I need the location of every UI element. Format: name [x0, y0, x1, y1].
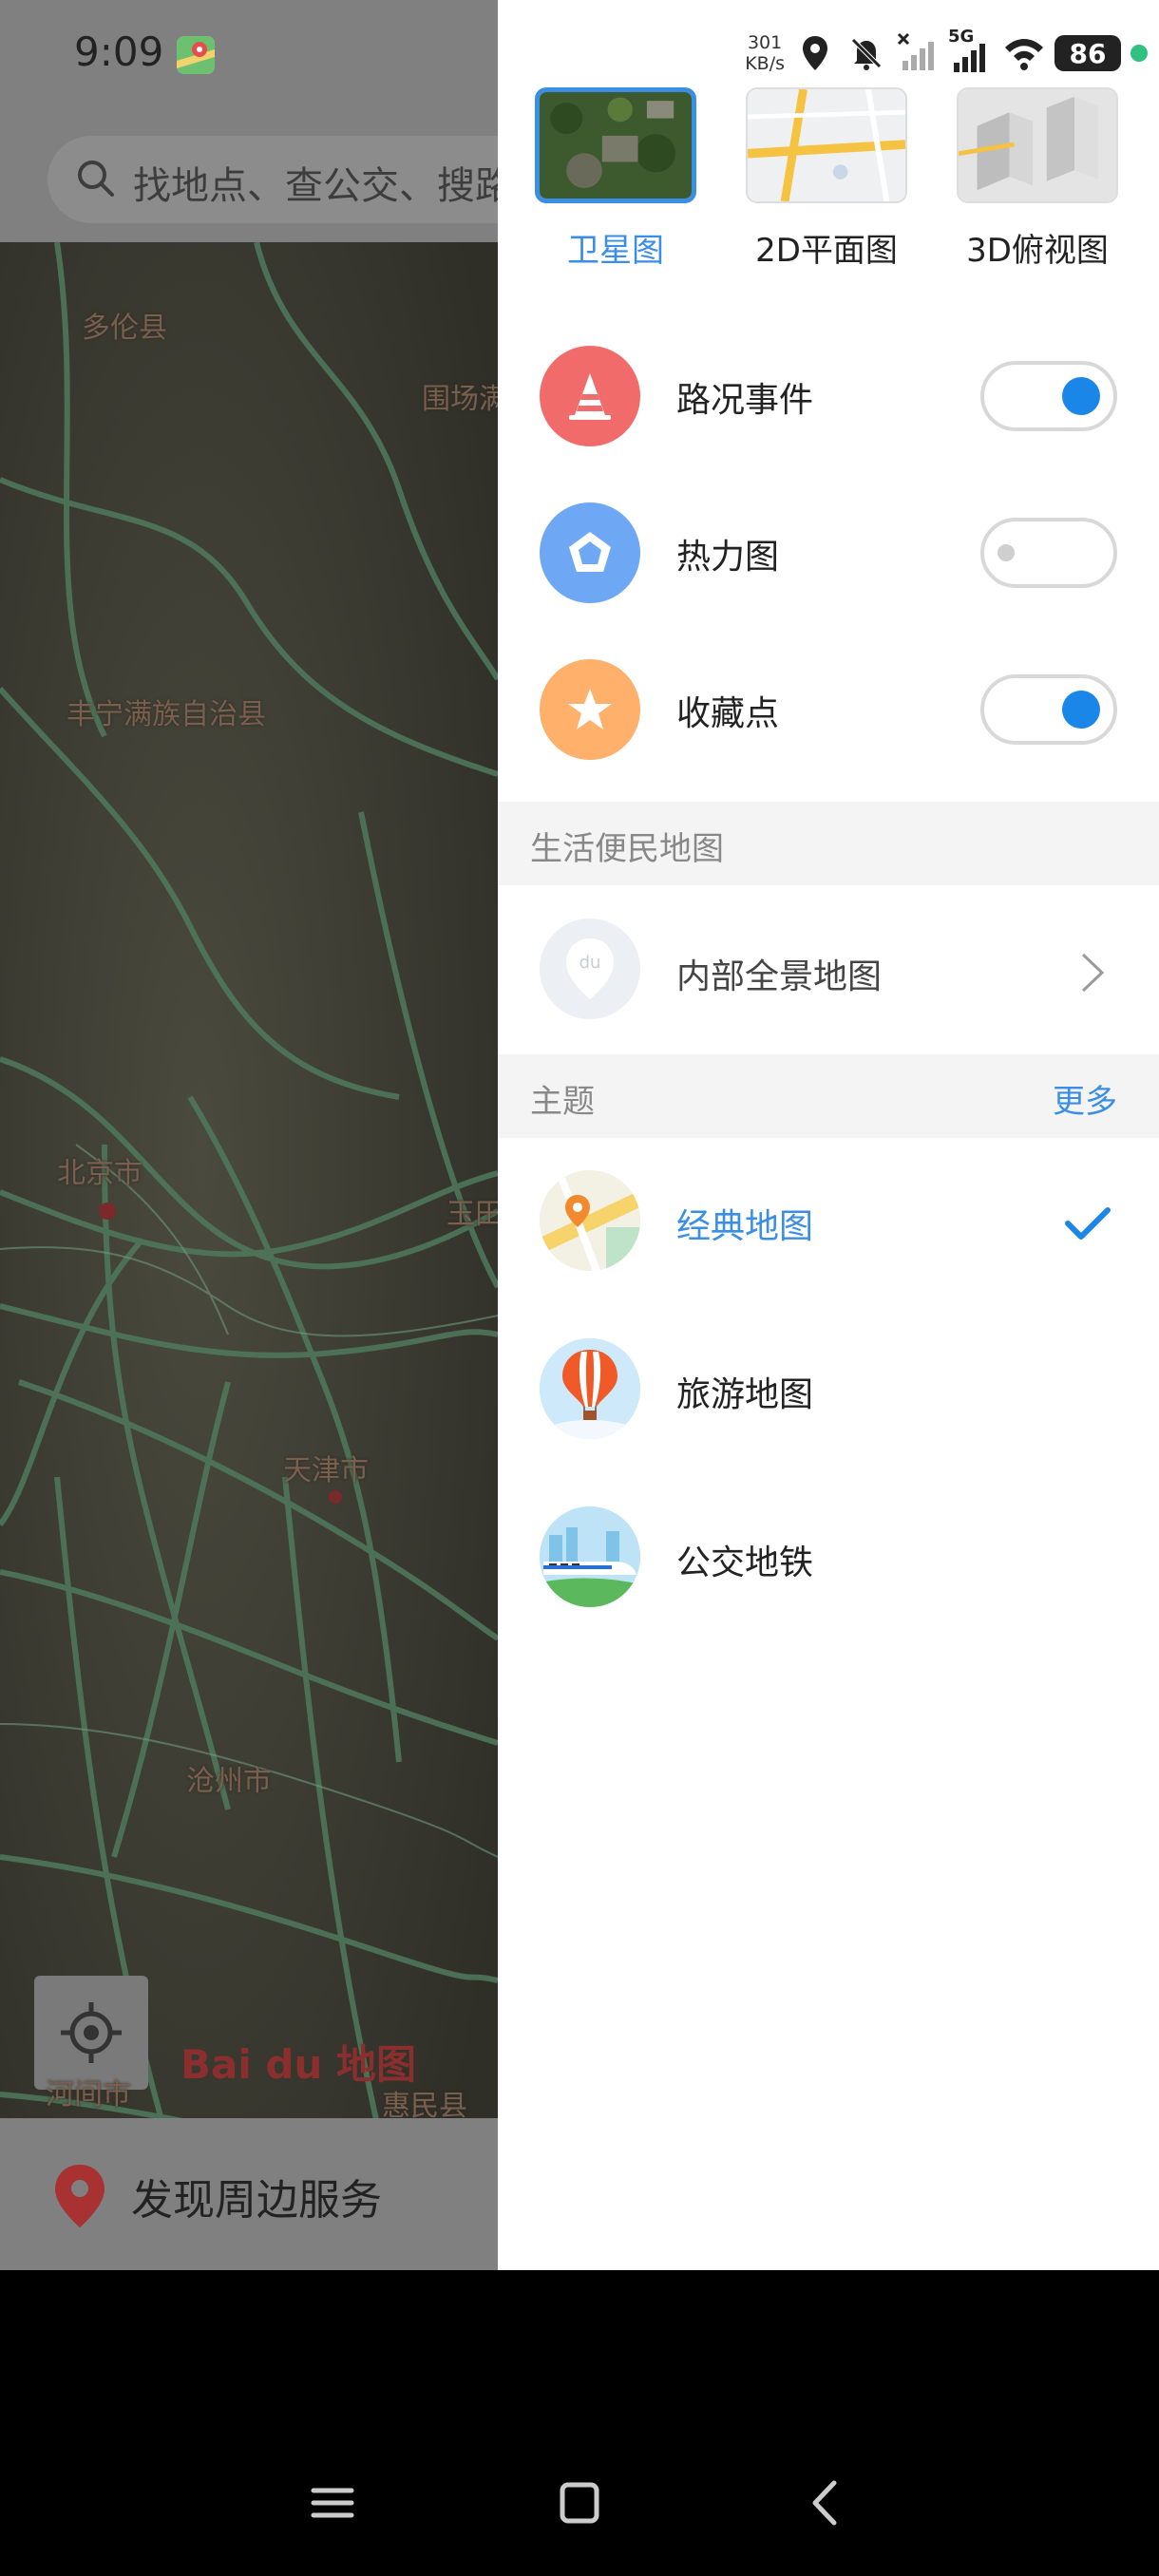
- wifi-icon: [1005, 39, 1043, 70]
- chevron-right-icon: [1081, 953, 1105, 993]
- map-label: 天津市: [283, 1454, 369, 1487]
- theme-item-travel[interactable]: 旅游地图: [498, 1314, 1159, 1466]
- more-themes-link[interactable]: 更多: [1053, 1075, 1117, 1122]
- favorites-toggle[interactable]: [980, 674, 1117, 745]
- theme-item-transit[interactable]: 公交地铁: [498, 1482, 1159, 1634]
- 2d-map-thumbnail: [746, 87, 907, 203]
- 3d-map-thumbnail: [957, 87, 1118, 203]
- mute-icon: [851, 38, 882, 70]
- section-title: 生活便民地图: [530, 830, 724, 868]
- back-nav-icon[interactable]: [798, 2479, 855, 2527]
- location-icon: [803, 36, 827, 70]
- map-label: 北京市: [57, 1157, 142, 1190]
- checkmark-icon: [1065, 1207, 1111, 1240]
- list-item-label: 内部全景地图: [676, 957, 883, 996]
- map-label: 沧州市: [186, 1765, 272, 1798]
- status-icons: 301 KB/s 5G 86: [745, 27, 1148, 80]
- du-pin-icon: du: [540, 919, 640, 1019]
- layer-label: 收藏点: [676, 694, 780, 733]
- pentagon-icon: [540, 502, 640, 603]
- no-signal-icon: [897, 32, 934, 70]
- layers-drawer: 301 KB/s 5G 86 卫星图 2D平面图 3D俯视图 路况事件 热力图 …: [498, 0, 1159, 2270]
- map-label: 围场满族蒙古族自治县: [422, 383, 498, 416]
- system-navigation-bar: [0, 2270, 1159, 2576]
- map-label: 丰宁满族自治县: [66, 698, 266, 731]
- menu-nav-icon[interactable]: [304, 2479, 361, 2527]
- maps-app-icon: [177, 36, 215, 74]
- map-type-label: 2D平面图: [755, 232, 898, 270]
- theme-label: 旅游地图: [676, 1375, 814, 1414]
- section-title: 主题: [530, 1083, 595, 1121]
- layer-label: 路况事件: [676, 381, 814, 420]
- life-maps-section-header: 生活便民地图: [498, 802, 1159, 885]
- map-header: 9:09 找地点、查公交、搜路线: [0, 0, 498, 242]
- location-pin-icon: [55, 2165, 104, 2227]
- discover-nearby-button[interactable]: 发现周边服务: [0, 2118, 498, 2270]
- classic-map-icon: [540, 1170, 640, 1271]
- map-label: 河间市: [46, 2078, 131, 2112]
- search-icon: [78, 161, 114, 197]
- baidu-logo: Bai du 地图: [180, 2041, 416, 2088]
- layer-row-traffic: 路况事件: [498, 334, 1159, 458]
- battery-indicator: 86: [1054, 35, 1121, 71]
- layer-label: 热力图: [676, 538, 780, 577]
- map-type-2d[interactable]: 2D平面图: [743, 87, 910, 271]
- traffic-cone-icon: [540, 346, 640, 446]
- indoor-panorama-map-item[interactable]: du 内部全景地图: [498, 896, 1159, 1048]
- heatmap-toggle[interactable]: [980, 518, 1117, 588]
- theme-label: 公交地铁: [676, 1544, 814, 1582]
- map-type-satellite[interactable]: 卫星图: [532, 87, 699, 271]
- map-type-3d[interactable]: 3D俯视图: [954, 87, 1121, 271]
- status-time: 9:09: [74, 28, 164, 75]
- map-type-label: 3D俯视图: [966, 232, 1109, 270]
- train-icon: [540, 1506, 640, 1607]
- signal-5g-icon: 5G: [948, 27, 994, 74]
- star-icon: [540, 659, 640, 760]
- satellite-thumbnail: [535, 87, 696, 203]
- search-placeholder: 找地点、查公交、搜路线: [133, 164, 498, 208]
- beijing-marker: [99, 1203, 116, 1220]
- layer-row-favorites: 收藏点: [498, 648, 1159, 771]
- privacy-indicator-dot: [1130, 45, 1148, 62]
- theme-section-header: 主题 更多: [498, 1054, 1159, 1138]
- theme-item-classic[interactable]: 经典地图: [498, 1146, 1159, 1297]
- road-network: [0, 241, 498, 2270]
- map-type-label: 卫星图: [567, 232, 664, 270]
- layer-row-heatmap: 热力图: [498, 491, 1159, 615]
- tianjin-marker: [329, 1490, 342, 1504]
- hot-air-balloon-icon: [540, 1338, 640, 1439]
- home-nav-icon[interactable]: [551, 2479, 608, 2527]
- theme-label: 经典地图: [676, 1207, 814, 1246]
- satellite-map[interactable]: 多伦县 围场满族蒙古族自治县 丰宁满族自治县 北京市 天津市 沧州市 惠民县 玉…: [0, 241, 498, 2270]
- svg-text:du: du: [580, 953, 601, 973]
- network-speed: 301 KB/s: [745, 32, 785, 74]
- map-label: 玉田: [446, 1198, 498, 1231]
- search-input[interactable]: 找地点、查公交、搜路线: [48, 136, 498, 223]
- map-label: 多伦县: [82, 312, 167, 345]
- discover-label: 发现周边服务: [131, 2176, 382, 2225]
- traffic-toggle[interactable]: [980, 361, 1117, 431]
- map-view[interactable]: 多伦县 围场满族蒙古族自治县 丰宁满族自治县 北京市 天津市 沧州市 惠民县 玉…: [0, 0, 498, 2270]
